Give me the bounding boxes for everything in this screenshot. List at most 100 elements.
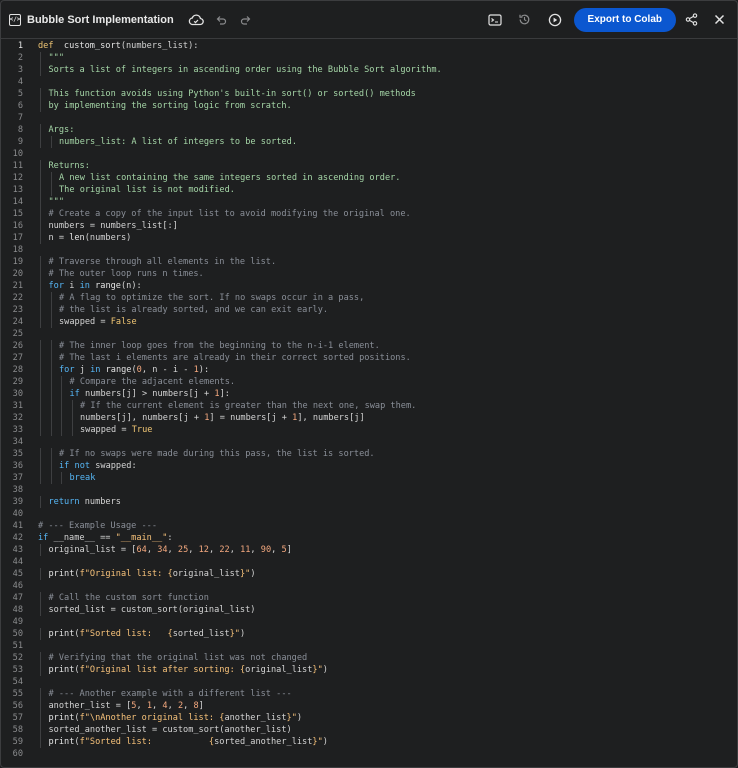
code-line[interactable]: 13 The original list is not modified. (1, 184, 737, 196)
code-line[interactable]: 9 numbers_list: A list of integers to be … (1, 136, 737, 148)
code-line[interactable]: 36 if not swapped: (1, 460, 737, 472)
code-line[interactable]: 42 if __name__ == "__main__": (1, 532, 737, 544)
line-number: 7 (17, 113, 23, 123)
code-line[interactable]: 25 (1, 328, 737, 340)
code-line[interactable]: 54 (1, 676, 737, 688)
code-line[interactable]: 4 (1, 76, 737, 88)
code-line[interactable]: 50 print(f"Sorted list: {sorted_list}") (1, 628, 737, 640)
indent-guide (40, 220, 41, 232)
code-line[interactable]: 53 print(f"Original list after sorting: {… (1, 664, 737, 676)
indent-guide (40, 52, 41, 64)
code-line[interactable]: 46 (1, 580, 737, 592)
indent-guide (61, 472, 62, 484)
export-to-colab-button[interactable]: Export to Colab (573, 7, 676, 32)
code-line[interactable]: 45 print(f"Original list: {original_list}… (1, 568, 737, 580)
terminal-icon[interactable] (485, 10, 505, 30)
code-line[interactable]: 16 numbers = numbers_list[:] (1, 220, 737, 232)
cloud-sync-icon[interactable] (186, 10, 206, 30)
code-line[interactable]: 28 for j in range(0, n - i - 1): (1, 364, 737, 376)
code-line[interactable]: 51 (1, 640, 737, 652)
code-line[interactable]: 33 swapped = True (1, 424, 737, 436)
code-line[interactable]: 47 # Call the custom sort function (1, 592, 737, 604)
code-line[interactable]: 49 (1, 616, 737, 628)
code-line[interactable]: 18 (1, 244, 737, 256)
code-line[interactable]: 10 (1, 148, 737, 160)
code-line[interactable]: 29 # Compare the adjacent elements. (1, 376, 737, 388)
indent-guide (71, 400, 73, 412)
code-line[interactable]: 1 def custom_sort(numbers_list): (1, 40, 737, 52)
line-number: 17 (12, 233, 23, 243)
indent-guide (50, 340, 52, 352)
line-number: 60 (12, 749, 23, 759)
code-line[interactable]: 39 return numbers (1, 496, 737, 508)
code-line[interactable]: 14 """ (1, 196, 737, 208)
line-number: 54 (12, 677, 23, 687)
code-line[interactable]: 20 # The outer loop runs n times. (1, 268, 737, 280)
code-text: Args: (48, 125, 75, 135)
code-text: Returns: (48, 161, 90, 171)
close-icon[interactable] (709, 10, 729, 30)
code-line[interactable]: 23 # the list is already sorted, and we c… (1, 304, 737, 316)
code-line[interactable]: 8 Args: (1, 124, 737, 136)
indent-guide (40, 232, 41, 244)
code-line[interactable]: 37 break (1, 472, 737, 484)
indent-guide (50, 136, 52, 148)
indent-guide (50, 292, 52, 304)
code-line[interactable]: 12 A new list containing the same integer… (1, 172, 737, 184)
indent-guide (40, 664, 41, 676)
code-line[interactable]: 15 # Create a copy of the input list to a… (1, 208, 737, 220)
indent-guide (40, 400, 41, 412)
line-number: 56 (12, 701, 23, 711)
line-number: 53 (12, 665, 23, 675)
code-line[interactable]: 59 print(f"Sorted list: {sorted_another_l… (1, 736, 737, 748)
indent-guide (40, 448, 41, 460)
code-line[interactable]: 32 numbers[j], numbers[j + 1] = numbers[j… (1, 412, 737, 424)
code-line[interactable]: 40 (1, 508, 737, 520)
code-line[interactable]: 30 if numbers[j] > numbers[j + 1]: (1, 388, 737, 400)
line-number: 42 (12, 533, 23, 543)
code-line[interactable]: 60 (1, 748, 737, 760)
code-line[interactable]: 34 (1, 436, 737, 448)
code-panel-icon[interactable]: </> (9, 13, 21, 26)
code-line[interactable]: 3 Sorts a list of integers in ascending o… (1, 64, 737, 76)
share-icon[interactable] (681, 10, 701, 30)
indent-guide (40, 364, 41, 376)
code-line[interactable]: 6 by implementing the sorting logic from … (1, 100, 737, 112)
code-text: another_list = [5, 1, 4, 2, 8] (48, 701, 204, 711)
code-line[interactable]: 5 This function avoids using Python's bui… (1, 88, 737, 100)
code-line[interactable]: 2 """ (1, 52, 737, 64)
code-line[interactable]: 21 for i in range(n): (1, 280, 737, 292)
code-line[interactable]: 48 sorted_list = custom_sort(original_lis… (1, 604, 737, 616)
code-editor[interactable]: 1 def custom_sort(numbers_list): 2 """ 3 Sort… (1, 40, 737, 767)
undo-icon[interactable] (211, 10, 231, 30)
code-line[interactable]: 35 # If no swaps were made during this pa… (1, 448, 737, 460)
indent-guide (40, 304, 41, 316)
code-line[interactable]: 27 # The last i elements are already in t… (1, 352, 737, 364)
code-line[interactable]: 38 (1, 484, 737, 496)
code-line[interactable]: 31 # If the current element is greater th… (1, 400, 737, 412)
code-line[interactable]: 26 # The inner loop goes from the beginni… (1, 340, 737, 352)
code-line[interactable]: 52 # Verifying that the original list was… (1, 652, 737, 664)
run-icon[interactable] (545, 10, 565, 30)
code-line[interactable]: 11 Returns: (1, 160, 737, 172)
code-line[interactable]: 17 n = len(numbers) (1, 232, 737, 244)
code-line[interactable]: 41 # --- Example Usage --- (1, 520, 737, 532)
line-number: 4 (17, 77, 23, 87)
code-line[interactable]: 43 original_list = [64, 34, 25, 12, 22, 1… (1, 544, 737, 556)
line-number: 47 (12, 593, 23, 603)
line-number: 3 (17, 65, 23, 75)
code-line[interactable]: 56 another_list = [5, 1, 4, 2, 8] (1, 700, 737, 712)
code-line[interactable]: 55 # --- Another example with a different… (1, 688, 737, 700)
redo-icon[interactable] (236, 10, 256, 30)
code-line[interactable]: 57 print(f"\nAnother original list: {anot… (1, 712, 737, 724)
code-text: # A flag to optimize the sort. If no swa… (59, 293, 365, 303)
code-line[interactable]: 19 # Traverse through all elements in the… (1, 256, 737, 268)
line-number: 6 (17, 101, 23, 111)
history-icon[interactable] (515, 10, 535, 30)
code-line[interactable]: 58 sorted_another_list = custom_sort(anot… (1, 724, 737, 736)
code-line[interactable]: 22 # A flag to optimize the sort. If no s… (1, 292, 737, 304)
line-number: 23 (12, 305, 23, 315)
code-line[interactable]: 7 (1, 112, 737, 124)
code-line[interactable]: 24 swapped = False (1, 316, 737, 328)
code-line[interactable]: 44 (1, 556, 737, 568)
